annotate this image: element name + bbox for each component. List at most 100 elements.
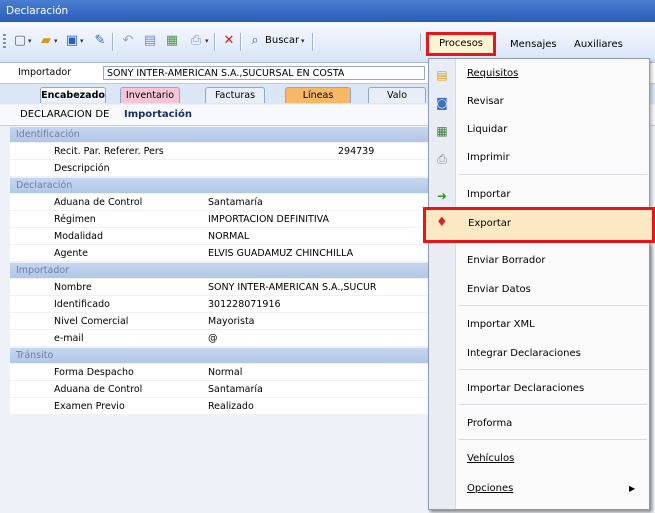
row-key: Aduana de Control — [54, 197, 143, 208]
table-row: Aduana de Control Santamaría — [10, 194, 430, 211]
tab-inventario[interactable]: Inventario — [120, 87, 180, 103]
submenu-arrow-icon: ▶ — [629, 484, 636, 493]
row-key: Identificado — [54, 299, 110, 310]
panel-title-type: Importación — [124, 109, 192, 120]
row-value[interactable]: Santamaría — [208, 197, 263, 208]
toolbar-grip[interactable] — [3, 34, 6, 50]
import-arrow-icon: ➜ — [436, 189, 448, 203]
menu-item-label: Integrar Declaraciones — [467, 348, 581, 359]
menu-item-label: Imprimir — [467, 152, 510, 163]
tab-encabezado[interactable]: Encabezado — [40, 87, 106, 103]
menu-separator — [459, 439, 647, 440]
importador-field[interactable]: SONY INTER-AMERICAN S.A.,SUCURSAL EN COS… — [103, 66, 425, 80]
row-key: Régimen — [54, 214, 96, 225]
menu-item-label: Importar Declaraciones — [467, 383, 585, 394]
row-key: Aduana de Control — [54, 384, 143, 395]
row-value[interactable]: Mayorista — [208, 316, 255, 327]
table-row: Identificado 301228071916 — [10, 296, 430, 313]
spreadsheet-icon[interactable]: ▦ — [164, 33, 180, 49]
row-value[interactable]: @ — [208, 333, 218, 344]
menu-item-label: Importar XML — [467, 319, 535, 330]
table-row: Nivel Comercial Mayorista — [10, 313, 430, 330]
table-row: Recit. Par. Referer. Pers 294739 — [10, 143, 430, 160]
row-key: Nombre — [54, 282, 92, 293]
chevron-down-icon[interactable]: ▾ — [301, 37, 305, 45]
undo-icon[interactable]: ↶ — [120, 33, 136, 49]
menu-item-label: Enviar Datos — [467, 284, 531, 295]
export-icon: ♦ — [436, 215, 448, 230]
table-row: Modalidad NORMAL — [10, 228, 430, 245]
row-key: Descripción — [54, 163, 110, 174]
menu-item-label: Liquidar — [467, 124, 508, 135]
row-key: Modalidad — [54, 231, 104, 242]
menu-separator — [459, 305, 647, 306]
chevron-down-icon[interactable]: ▾ — [28, 37, 32, 45]
table-row: e-mail @ — [10, 330, 430, 347]
section-identificacion[interactable]: Identificación — [10, 127, 430, 142]
menu-separator — [459, 404, 647, 405]
menu-item-label: Opciones — [467, 483, 514, 494]
menu-mensajes[interactable]: Mensajes — [510, 39, 557, 50]
menu-item-label: Importar — [467, 189, 511, 200]
menu-separator — [459, 174, 647, 175]
row-value[interactable]: IMPORTACION DEFINITIVA — [208, 214, 329, 225]
row-key: Nivel Comercial — [54, 316, 129, 327]
print-icon[interactable]: ⎙ — [188, 33, 204, 49]
row-value[interactable]: 301228071916 — [208, 299, 281, 310]
new-document-icon[interactable]: ▢ — [12, 33, 28, 49]
table-row: Aduana de Control Santamaría — [10, 381, 430, 398]
row-value[interactable]: ELVIS GUADAMUZ CHINCHILLA — [208, 248, 353, 259]
row-key: Recit. Par. Referer. Pers — [54, 146, 164, 157]
menu-item-label: Exportar — [468, 218, 511, 229]
tab-facturas[interactable]: Facturas — [205, 87, 265, 103]
document-icon[interactable]: ▤ — [142, 33, 158, 49]
window-title: Declaración — [0, 0, 655, 22]
edit-icon[interactable]: ✎ — [92, 33, 108, 49]
print-icon: ⎙ — [437, 152, 447, 166]
row-value[interactable]: Realizado — [208, 401, 254, 412]
procesos-dropdown-menu-lower: Enviar Borrador Enviar Datos Importar XM… — [428, 243, 650, 510]
row-value[interactable]: SONY INTER-AMERICAN S.A.,SUCUR — [208, 282, 377, 293]
table-row: Forma Despacho Normal — [10, 364, 430, 381]
review-icon: ◙ — [436, 96, 448, 110]
buscar-button[interactable]: Buscar — [265, 35, 299, 46]
menu-separator — [459, 369, 647, 370]
menu-item-label: Revisar — [467, 96, 504, 107]
row-key: Agente — [54, 248, 88, 259]
binoculars-icon[interactable]: ⌕ — [247, 33, 263, 49]
toolbar-separator — [312, 33, 314, 51]
chevron-down-icon[interactable]: ▾ — [205, 37, 209, 45]
tab-valor[interactable]: Valo — [368, 87, 426, 103]
table-row: Agente ELVIS GUADAMUZ CHINCHILLA — [10, 245, 430, 262]
toolbar-separator — [420, 33, 422, 51]
row-value[interactable]: Normal — [208, 367, 242, 378]
chevron-down-icon[interactable]: ▾ — [54, 37, 58, 45]
toolbar-separator — [214, 33, 216, 51]
row-value[interactable]: Santamaría — [208, 384, 263, 395]
row-value[interactable]: 294739 — [338, 146, 374, 157]
table-row: Nombre SONY INTER-AMERICAN S.A.,SUCUR — [10, 279, 430, 296]
menu-icon-gutter — [429, 243, 456, 509]
panel-title-prefix: DECLARACION DE — [20, 109, 110, 120]
toolbar: ▢ ▾ ▰ ▾ ▣ ▾ ✎ ↶ ▤ ▦ ⎙ ▾ ✕ ⌕ Buscar ▾ Men… — [0, 22, 655, 63]
save-icon[interactable]: ▣ — [64, 33, 80, 49]
section-declaracion[interactable]: Declaración — [10, 178, 430, 193]
toolbar-separator — [240, 33, 242, 51]
chevron-down-icon[interactable]: ▾ — [80, 37, 84, 45]
table-row: Descripción — [10, 160, 430, 177]
menu-procesos[interactable]: Procesos — [426, 32, 496, 56]
menu-item-exportar[interactable]: ♦ Exportar — [423, 207, 655, 243]
tab-lineas[interactable]: Líneas — [285, 87, 351, 103]
menu-item-label: Vehículos — [467, 453, 515, 464]
calculator-icon: ▦ — [436, 124, 448, 138]
open-folder-icon[interactable]: ▰ — [38, 33, 54, 49]
section-transito[interactable]: Tránsito — [10, 348, 430, 363]
menu-item-label: Requisitos — [467, 68, 519, 79]
menu-auxiliares[interactable]: Auxiliares — [574, 39, 623, 50]
row-value[interactable]: NORMAL — [208, 231, 249, 242]
row-key: Examen Previo — [54, 401, 125, 412]
table-row: Régimen IMPORTACION DEFINITIVA — [10, 211, 430, 228]
section-importador[interactable]: Importador — [10, 263, 430, 278]
clipboard-icon: ▤ — [436, 68, 448, 82]
delete-icon[interactable]: ✕ — [221, 33, 237, 49]
